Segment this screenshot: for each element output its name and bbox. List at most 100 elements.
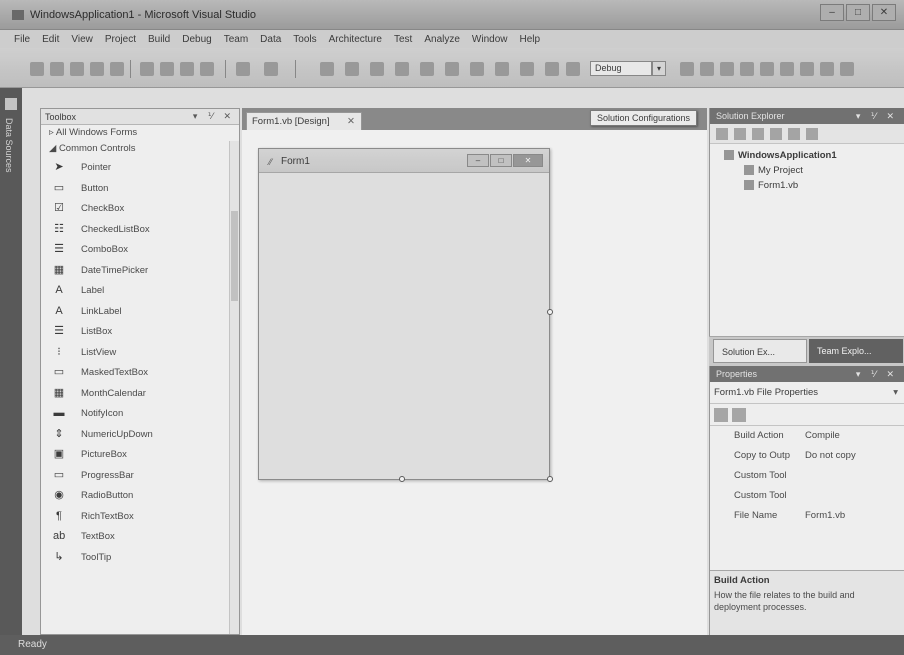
toolbox-item-checkbox[interactable]: ☑ CheckBox xyxy=(41,198,239,219)
refresh-icon[interactable] xyxy=(752,128,764,140)
property-row[interactable]: Custom Tool xyxy=(710,486,904,506)
toolbox-item-datetimepicker[interactable]: ▦ DateTimePicker xyxy=(41,260,239,281)
chevron-down-icon[interactable]: ▾ xyxy=(652,61,666,76)
alphabetical-icon[interactable] xyxy=(732,408,746,422)
view-code-icon[interactable] xyxy=(770,128,782,140)
close-icon[interactable]: ✕ xyxy=(347,113,355,130)
tab-form1-design[interactable]: Form1.vb [Design] ✕ xyxy=(246,112,362,130)
copy-icon[interactable] xyxy=(160,62,174,76)
toolbox-group-all-windows-forms[interactable]: ▹ All Windows Forms xyxy=(41,125,239,141)
uncomment-icon[interactable] xyxy=(395,62,409,76)
form-maximize-button[interactable]: □ xyxy=(490,154,512,167)
step-over-icon[interactable] xyxy=(520,62,534,76)
menu-file[interactable]: File xyxy=(14,34,30,45)
toolbox-item-maskedtextbox[interactable]: ▭ MaskedTextBox xyxy=(41,362,239,383)
minimize-button[interactable]: – xyxy=(820,4,844,21)
toolbox-item-progressbar[interactable]: ▭ ProgressBar xyxy=(41,465,239,486)
toolbar-options-icon[interactable] xyxy=(840,62,854,76)
toolbox-item-monthcalendar[interactable]: ▦ MonthCalendar xyxy=(41,383,239,404)
data-sources-strip[interactable]: Data Sources xyxy=(0,88,22,635)
toolbox-item-linklabel[interactable]: A LinkLabel xyxy=(41,301,239,322)
start-debugging-icon[interactable] xyxy=(470,62,484,76)
categorized-icon[interactable] xyxy=(714,408,728,422)
toolbox-item-numericupdown[interactable]: ⇕ NumericUpDown xyxy=(41,424,239,445)
toolbox-window-controls[interactable]: ▾ ⅟ ✕ xyxy=(193,111,235,122)
toolbox-item-checkedlistbox[interactable]: ☷ CheckedListBox xyxy=(41,219,239,240)
toolbox-group-common-controls[interactable]: ◢ Common Controls xyxy=(41,141,239,157)
close-button[interactable]: ✕ xyxy=(872,4,896,21)
show-all-files-icon[interactable] xyxy=(734,128,746,140)
tree-node-my-project[interactable]: My Project xyxy=(724,165,904,180)
find-in-files-icon[interactable] xyxy=(700,62,714,76)
toolbox-item-notifyicon[interactable]: ▬ NotifyIcon xyxy=(41,403,239,424)
toolbox-item-listbox[interactable]: ☰ ListBox xyxy=(41,321,239,342)
comment-icon[interactable] xyxy=(370,62,384,76)
toolbox-item-tooltip[interactable]: ↳ ToolTip xyxy=(41,547,239,568)
toolbox-item-picturebox[interactable]: ▣ PictureBox xyxy=(41,444,239,465)
properties-window-controls[interactable]: ▾ ⅟ ✕ xyxy=(856,369,898,380)
tree-node-form1[interactable]: Form1.vb xyxy=(724,180,904,195)
resize-handle-corner[interactable] xyxy=(547,476,553,482)
property-row[interactable]: Custom Tool xyxy=(710,466,904,486)
menu-tools[interactable]: Tools xyxy=(293,34,316,45)
menu-architecture[interactable]: Architecture xyxy=(329,34,382,45)
start-page-icon[interactable] xyxy=(800,62,814,76)
toolbox-icon[interactable] xyxy=(780,62,794,76)
toolbox-item-textbox[interactable]: ab TextBox xyxy=(41,526,239,547)
solution-platform-icon[interactable] xyxy=(680,62,694,76)
object-browser-icon[interactable] xyxy=(760,62,774,76)
chevron-down-icon[interactable]: ▾ xyxy=(893,382,898,404)
toolbox-item-pointer[interactable]: ➤ Pointer xyxy=(41,157,239,178)
resize-handle-right[interactable] xyxy=(547,309,553,315)
menu-help[interactable]: Help xyxy=(520,34,541,45)
outdent-icon[interactable] xyxy=(445,62,459,76)
cut-icon[interactable] xyxy=(140,62,154,76)
form-minimize-button[interactable]: – xyxy=(467,154,489,167)
delete-icon[interactable] xyxy=(200,62,214,76)
menu-window[interactable]: Window xyxy=(472,34,508,45)
navigate-forward-icon[interactable] xyxy=(345,62,359,76)
scrollbar-thumb[interactable] xyxy=(231,211,238,301)
redo-icon[interactable] xyxy=(264,62,278,76)
view-class-diagram-icon[interactable] xyxy=(806,128,818,140)
open-file-icon[interactable] xyxy=(70,62,84,76)
tree-node-project[interactable]: WindowsApplication1 xyxy=(724,150,904,165)
menu-view[interactable]: View xyxy=(71,34,93,45)
properties-window-icon[interactable] xyxy=(740,62,754,76)
property-row[interactable]: Copy to Outp Do not copy xyxy=(710,446,904,466)
menu-debug[interactable]: Debug xyxy=(182,34,211,45)
extension-manager-icon[interactable] xyxy=(820,62,834,76)
toolbox-item-button[interactable]: ▭ Button xyxy=(41,178,239,199)
view-designer-icon[interactable] xyxy=(788,128,800,140)
undo-icon[interactable] xyxy=(236,62,250,76)
property-row[interactable]: File Name Form1.vb xyxy=(710,506,904,526)
form-close-button[interactable]: ✕ xyxy=(513,154,543,167)
menu-build[interactable]: Build xyxy=(148,34,170,45)
toolbox-item-radiobutton[interactable]: ◉ RadioButton xyxy=(41,485,239,506)
solution-explorer-icon[interactable] xyxy=(720,62,734,76)
toolbox-item-combobox[interactable]: ☰ ComboBox xyxy=(41,239,239,260)
bookmark-icon[interactable] xyxy=(566,62,580,76)
menu-test[interactable]: Test xyxy=(394,34,412,45)
add-item-icon[interactable] xyxy=(50,62,64,76)
menu-team[interactable]: Team xyxy=(224,34,248,45)
find-icon[interactable] xyxy=(545,62,559,76)
toolbox-item-richtextbox[interactable]: ¶ RichTextBox xyxy=(41,506,239,527)
menu-project[interactable]: Project xyxy=(105,34,136,45)
properties-object-selector[interactable]: Form1.vb File Properties ▾ xyxy=(710,382,904,404)
resize-handle-bottom[interactable] xyxy=(399,476,405,482)
form1-window[interactable]: ⁄⁄ Form1 – □ ✕ xyxy=(258,148,550,480)
toolbox-scrollbar[interactable] xyxy=(229,141,239,634)
save-all-icon[interactable] xyxy=(110,62,124,76)
solution-configuration-select[interactable]: Debug xyxy=(590,61,652,76)
property-value[interactable]: Form1.vb xyxy=(805,510,845,521)
indent-icon[interactable] xyxy=(420,62,434,76)
paste-icon[interactable] xyxy=(180,62,194,76)
toolbox-item-listview[interactable]: ⁝ ListView xyxy=(41,342,239,363)
menu-data[interactable]: Data xyxy=(260,34,281,45)
menu-analyze[interactable]: Analyze xyxy=(424,34,460,45)
save-icon[interactable] xyxy=(90,62,104,76)
property-row[interactable]: Build Action Compile xyxy=(710,426,904,446)
solution-explorer-window-controls[interactable]: ▾ ⅟ ✕ xyxy=(856,111,898,122)
properties-icon[interactable] xyxy=(716,128,728,140)
